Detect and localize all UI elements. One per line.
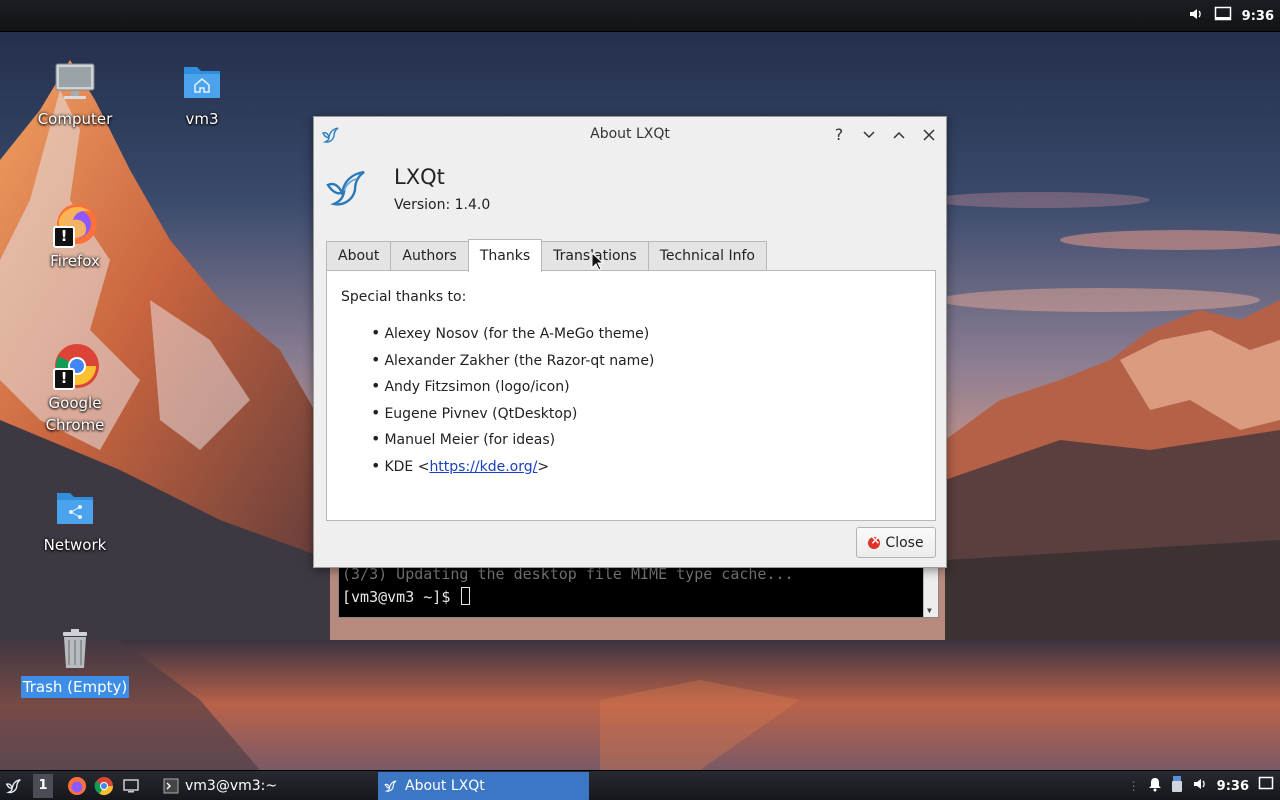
home-folder-icon	[178, 58, 226, 106]
desktop-icon-chrome[interactable]: ! Google Chrome	[20, 342, 130, 436]
help-button[interactable]: ?	[827, 123, 851, 147]
taskbar: 1 vm3@vm3:~ About LXQt ⋮ 9:36	[0, 770, 1280, 800]
quicklaunch-firefox[interactable]	[67, 771, 87, 800]
show-desktop-icon[interactable]	[1214, 6, 1232, 26]
list-item: Andy Fitzsimon (logo/icon)	[371, 373, 654, 400]
system-tray: ⋮ 9:36	[1128, 771, 1274, 800]
monitor-icon	[123, 779, 139, 793]
terminal-cursor	[461, 587, 471, 605]
thanks-panel: Special thanks to: Alexey Nosov (for the…	[326, 270, 936, 521]
network-folder-icon	[51, 484, 99, 532]
close-window-button[interactable]	[917, 123, 941, 147]
terminal-prompt: [vm3@vm3 ~]$	[342, 588, 460, 606]
warning-icon: !	[53, 226, 75, 248]
list-item: Alexey Nosov (for the A-MeGo theme)	[371, 320, 654, 347]
trash-icon	[51, 626, 99, 674]
terminal-window[interactable]: (3/3) Updating the desktop file MIME typ…	[338, 560, 939, 618]
dialog-title: About LXQt	[590, 126, 670, 142]
thanks-heading: Special thanks to:	[341, 289, 467, 305]
list-item: Eugene Pivnev (QtDesktop)	[371, 400, 654, 427]
dialog-titlebar[interactable]: About LXQt ?	[314, 117, 946, 153]
tab-bar: About Authors Thanks Translations Techni…	[326, 239, 767, 272]
lxqt-menu-icon	[5, 778, 21, 794]
mouse-pointer-icon	[591, 251, 605, 272]
thanks-list: Alexey Nosov (for the A-MeGo theme) Alex…	[371, 320, 654, 479]
terminal-prompt-line[interactable]: [vm3@vm3 ~]$	[342, 587, 471, 606]
desktop-icon-computer[interactable]: Computer	[20, 58, 130, 130]
tab-about[interactable]: About	[326, 241, 392, 271]
task-about-lxqt[interactable]: About LXQt	[378, 772, 589, 800]
desktop-icon-home[interactable]: vm3	[147, 58, 257, 130]
app-version: Version: 1.4.0	[394, 197, 491, 213]
taskbar-clock[interactable]: 9:36	[1217, 779, 1249, 794]
tab-thanks[interactable]: Thanks	[467, 239, 543, 272]
lxqt-bird-icon	[384, 780, 397, 792]
firefox-icon	[68, 777, 86, 795]
desktop-icon-trash[interactable]: Trash (Empty)	[20, 626, 130, 698]
chevron-up-icon	[893, 131, 905, 139]
scroll-down-arrow-icon[interactable]: ▼	[927, 606, 932, 615]
usb-drive-icon[interactable]	[1171, 775, 1183, 797]
tray-separator: ⋮	[1127, 779, 1140, 793]
warning-icon: !	[53, 368, 75, 390]
chrome-icon	[94, 777, 113, 796]
minimize-button[interactable]	[857, 123, 881, 147]
volume-icon[interactable]	[1192, 776, 1208, 796]
desktop-icon-firefox[interactable]: ! Firefox	[20, 200, 130, 272]
tab-technical-info[interactable]: Technical Info	[647, 241, 767, 271]
top-tray: 9:36	[1188, 0, 1274, 32]
kde-link[interactable]: https://kde.org/	[429, 459, 537, 475]
computer-icon	[51, 58, 99, 106]
desktop-icon-label-line2: Chrome	[45, 416, 105, 434]
desktop-switcher[interactable]: 1	[33, 774, 53, 798]
about-dialog: About LXQt ? LXQt Version: 1.4.0 About A…	[313, 116, 947, 568]
lxqt-logo-icon	[324, 163, 374, 213]
list-item: Manuel Meier (for ideas)	[371, 426, 654, 453]
main-menu-button[interactable]	[4, 771, 24, 800]
close-circle-icon	[868, 533, 880, 549]
desktop-icon-label: Firefox	[50, 252, 100, 270]
kde-suffix: >	[537, 458, 550, 475]
list-item-kde: KDE <https://kde.org/>	[371, 453, 654, 480]
show-desktop-icon[interactable]	[1258, 776, 1274, 796]
notification-bell-icon[interactable]	[1148, 776, 1162, 796]
chrome-icon: !	[51, 342, 99, 390]
close-button[interactable]: Close	[856, 527, 936, 558]
desktop-icon-label: Trash (Empty)	[20, 676, 130, 698]
top-clock[interactable]: 9:36	[1242, 9, 1274, 24]
top-panel: 9:36	[0, 0, 1280, 32]
list-item: Alexander Zakher (the Razor-qt name)	[371, 347, 654, 374]
app-name: LXQt	[394, 165, 445, 189]
close-icon	[923, 129, 935, 141]
firefox-icon: !	[51, 200, 99, 248]
task-terminal[interactable]: vm3@vm3:~	[158, 772, 374, 800]
close-button-label: Close	[885, 534, 924, 551]
desktop-icon-label: Network	[43, 536, 107, 554]
desktop-icon-network[interactable]: Network	[20, 484, 130, 556]
volume-icon[interactable]	[1188, 6, 1204, 26]
desktop-icon-label: Computer	[37, 110, 113, 128]
terminal-scrollbar[interactable]: ▼	[923, 561, 938, 617]
maximize-button[interactable]	[887, 123, 911, 147]
tab-authors[interactable]: Authors	[390, 241, 469, 271]
desktop-icon-label-line1: Google	[48, 394, 102, 412]
task-label: About LXQt	[405, 778, 485, 794]
show-desktop-button[interactable]	[122, 771, 140, 800]
desktop-icon-label: vm3	[185, 110, 219, 128]
terminal-icon	[163, 778, 179, 794]
desktop-icon-label: Google Chrome	[44, 392, 107, 436]
quicklaunch-chrome[interactable]	[94, 771, 114, 800]
task-label: vm3@vm3:~	[185, 778, 278, 794]
kde-prefix: KDE <	[384, 458, 430, 475]
chevron-down-icon	[863, 131, 875, 139]
